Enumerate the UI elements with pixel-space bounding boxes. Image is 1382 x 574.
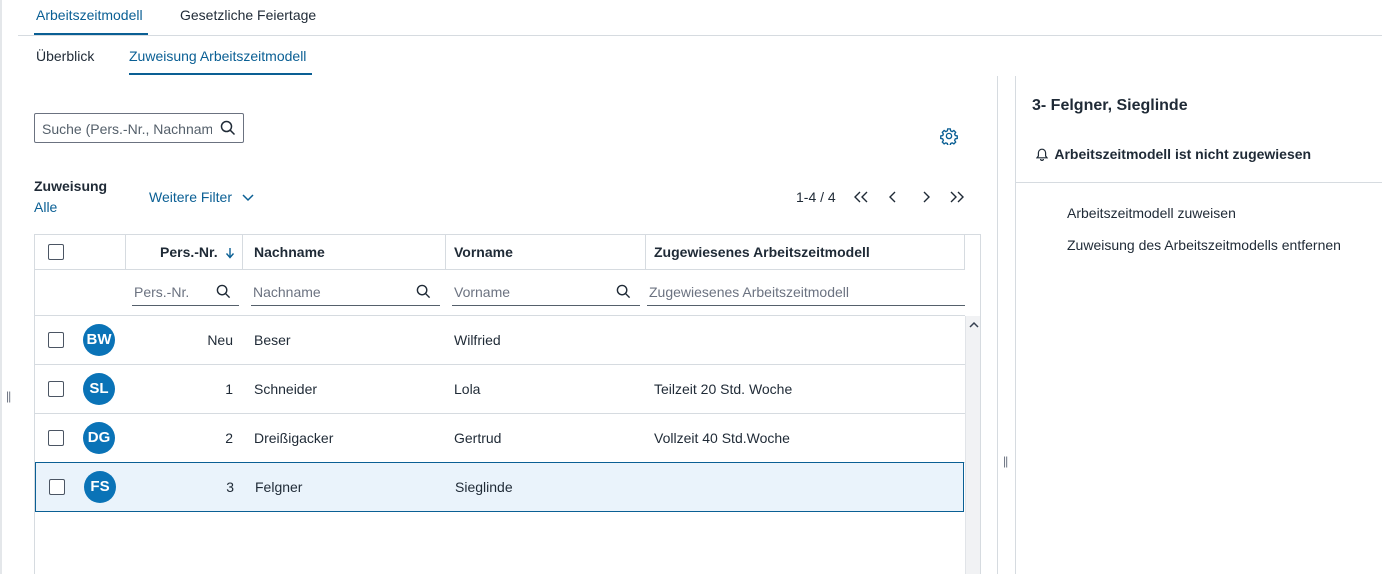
bell-icon bbox=[1036, 148, 1048, 161]
cell-persnr: Neu bbox=[207, 332, 233, 348]
cell-nachname: Felgner bbox=[255, 479, 303, 495]
search-icon[interactable] bbox=[220, 120, 236, 136]
last-page-icon[interactable] bbox=[949, 191, 965, 203]
filter-vorname[interactable] bbox=[452, 278, 640, 306]
cell-persnr: 2 bbox=[225, 430, 233, 446]
filter-persnr-input[interactable] bbox=[134, 283, 214, 301]
cell-modell: Vollzeit 40 Std.Woche bbox=[654, 430, 790, 446]
top-tab-bar: Arbeitszeitmodell Gesetzliche Feiertage bbox=[18, 0, 1382, 36]
column-filter-row bbox=[35, 270, 965, 316]
row-checkbox[interactable] bbox=[49, 479, 65, 495]
tab-active-indicator bbox=[34, 33, 148, 35]
table-row[interactable]: SL 1 Schneider Lola Teilzeit 20 Std. Woc… bbox=[35, 365, 965, 414]
table-row[interactable]: BW Neu Beser Wilfried bbox=[35, 316, 965, 365]
table-header-row: Pers.-Nr. Nachname Vorname Zugewiesenes … bbox=[35, 235, 965, 270]
row-checkbox[interactable] bbox=[48, 430, 64, 446]
tab-zuweisung-arbeitszeitmodell[interactable]: Zuweisung Arbeitszeitmodell bbox=[129, 48, 306, 64]
avatar: DG bbox=[83, 422, 115, 454]
search-input[interactable] bbox=[42, 119, 212, 139]
left-splitter-handle[interactable]: || bbox=[6, 389, 11, 403]
avatar: BW bbox=[83, 324, 115, 356]
detail-divider bbox=[1016, 182, 1382, 183]
filter-modell[interactable] bbox=[647, 278, 965, 306]
cell-vorname: Sieglinde bbox=[455, 479, 513, 495]
detail-status-text: Arbeitszeitmodell ist nicht zugewiesen bbox=[1054, 146, 1312, 162]
more-filters-button[interactable]: Weitere Filter bbox=[149, 189, 254, 205]
column-header-vorname[interactable]: Vorname bbox=[454, 235, 513, 269]
left-edge bbox=[0, 0, 2, 574]
main-panel-border bbox=[997, 76, 998, 574]
remove-assignment-action[interactable]: Zuweisung des Arbeitszeitmodells entfern… bbox=[1067, 237, 1341, 253]
cell-nachname: Beser bbox=[254, 332, 291, 348]
search-icon[interactable] bbox=[416, 284, 431, 299]
cell-persnr: 1 bbox=[225, 381, 233, 397]
first-page-icon[interactable] bbox=[853, 191, 869, 203]
detail-status: Arbeitszeitmodell ist nicht zugewiesen bbox=[1036, 146, 1311, 162]
search-icon[interactable] bbox=[216, 284, 231, 299]
right-splitter-handle[interactable]: || bbox=[1003, 454, 1008, 468]
cell-modell: Teilzeit 20 Std. Woche bbox=[654, 381, 793, 397]
column-header-persnr[interactable]: Pers.-Nr. bbox=[160, 235, 235, 269]
table-row[interactable]: DG 2 Dreißigacker Gertrud Vollzeit 40 St… bbox=[35, 414, 965, 463]
detail-title: 3- Felgner, Sieglinde bbox=[1032, 97, 1188, 114]
cell-nachname: Schneider bbox=[254, 381, 318, 397]
filter-vorname-input[interactable] bbox=[454, 283, 609, 301]
cell-vorname: Wilfried bbox=[454, 332, 501, 348]
column-header-modell[interactable]: Zugewiesenes Arbeitszeitmodell bbox=[654, 235, 870, 269]
row-checkbox[interactable] bbox=[48, 381, 64, 397]
zuweisung-filter-value[interactable]: Alle bbox=[34, 199, 57, 215]
tab-ueberblick[interactable]: Überblick bbox=[36, 48, 94, 64]
assign-model-action[interactable]: Arbeitszeitmodell zuweisen bbox=[1067, 205, 1236, 221]
more-filters-label: Weitere Filter bbox=[149, 189, 232, 205]
cell-nachname: Dreißigacker bbox=[254, 430, 334, 446]
filter-nachname[interactable] bbox=[251, 278, 440, 306]
table-row-selected[interactable]: FS 3 Felgner Sieglinde bbox=[35, 462, 964, 512]
chevron-down-icon bbox=[242, 194, 254, 202]
filter-nachname-input[interactable] bbox=[253, 283, 408, 301]
avatar: SL bbox=[83, 373, 115, 405]
table-scrollbar[interactable] bbox=[965, 316, 980, 574]
row-checkbox[interactable] bbox=[48, 332, 64, 348]
cell-vorname: Gertrud bbox=[454, 430, 502, 446]
filter-persnr[interactable] bbox=[132, 278, 239, 306]
search-icon[interactable] bbox=[616, 284, 631, 299]
gear-icon[interactable] bbox=[940, 127, 958, 145]
search-field[interactable] bbox=[34, 113, 244, 143]
employee-table: Pers.-Nr. Nachname Vorname Zugewiesenes … bbox=[34, 234, 981, 574]
zuweisung-filter-label: Zuweisung bbox=[34, 178, 108, 194]
detail-panel-border bbox=[1015, 76, 1016, 574]
avatar: FS bbox=[84, 471, 116, 503]
filter-modell-input[interactable] bbox=[649, 283, 949, 301]
cell-persnr: 3 bbox=[226, 479, 234, 495]
tab-arbeitszeitmodell[interactable]: Arbeitszeitmodell bbox=[36, 7, 143, 23]
sort-down-icon bbox=[225, 247, 235, 259]
next-page-icon[interactable] bbox=[921, 191, 931, 203]
subtab-active-indicator bbox=[129, 73, 312, 75]
tab-gesetzliche-feiertage[interactable]: Gesetzliche Feiertage bbox=[180, 7, 316, 23]
pager-range: 1-4 / 4 bbox=[796, 189, 836, 205]
column-header-nachname[interactable]: Nachname bbox=[254, 235, 325, 269]
prev-page-icon[interactable] bbox=[888, 191, 898, 203]
cell-vorname: Lola bbox=[454, 381, 481, 397]
chevron-up-icon[interactable] bbox=[969, 321, 979, 328]
select-all-checkbox[interactable] bbox=[48, 244, 64, 260]
